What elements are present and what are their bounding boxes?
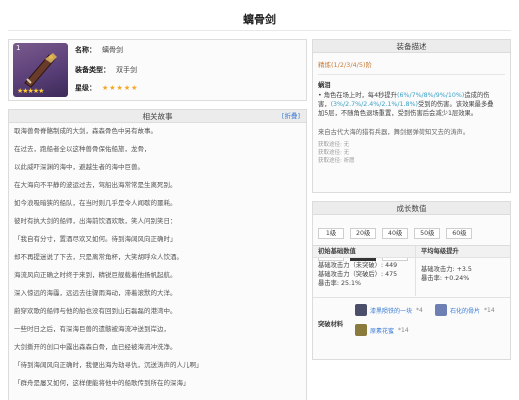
stat-line: 基础攻击力（突破后）: 475 (318, 271, 398, 278)
skill-value: (6%/7%/8%/9%/10%) (397, 92, 465, 99)
page: 螭骨剑 1 ★★★★★ 名称： 螭骨剑 装备类型： 双手剑 星级： ★★★★★ 相关故… (0, 0, 519, 400)
material-count: *4 (416, 306, 423, 314)
story-line: 如今浪吸暗狭的船队，在当时则几乎是令人闻歇的噩耗。 (14, 199, 177, 207)
story-line: 彼时有执大剑的船师，出海前饮酒欢歌，笑人问别笑日： (14, 217, 177, 225)
skill-text: 害， (318, 101, 331, 108)
rarity-row: 星级： ★★★★★ (75, 83, 138, 93)
source-info: 获取途径: 无 获取途径: 无 获取途径: 祈愿 (313, 137, 510, 165)
item-card: 1 ★★★★★ 名称： 螭骨剑 装备类型： 双手剑 星级： ★★★★★ (8, 39, 307, 101)
description-heading: 装备描述 (396, 42, 427, 51)
skill-description: 蜗泪 • 角色在场上时，每4秒提升(6%/7%/8%/9%/10%)造成的伤 害… (313, 75, 510, 118)
description-header: 装备描述 (313, 40, 510, 53)
story-line: 「我自有分寸，置酒尽欢又如何。待到海阔风向正确时」 (14, 235, 177, 243)
rarity-label: 星级： (75, 84, 96, 92)
story-line: 在大海向不平静的波运过去，驾船出海常常是生离死别。 (14, 181, 177, 189)
weapon-icon: 1 ★★★★★ (13, 43, 68, 97)
stats-panel: 成长数值 1级 20级 40级 50级 60级 70级 80级 90级 初始基础… (312, 201, 511, 360)
type-value: 双手剑 (116, 66, 137, 74)
story-header: 相关故事 [折叠] (9, 110, 306, 123)
level-button[interactable]: 60级 (446, 228, 473, 239)
stats-heading: 成长数值 (396, 204, 427, 213)
material-name: 原素花蜜 (370, 327, 395, 335)
stats-table-header: 初始基础数值 平均每级提升 (313, 246, 510, 258)
materials-row: 突破材料 漆黑陨铁的一块 *4 石化的骨片 *14 原素花蜜 *14 (313, 297, 510, 342)
material-item[interactable]: 漆黑陨铁的一块 *4 (355, 304, 423, 316)
skill-value: (3%/2.7%/2.4%/2.1%/1.8%) (330, 101, 418, 108)
story-line: 在过去，跑船者全以这种兽骨保佑船旅，龙骨， (14, 145, 151, 153)
base-values: 基础攻击力（未突破）: 449 基础攻击力（突破后）: 475 暴击率: 25.… (313, 258, 415, 296)
col-base-header: 初始基础数值 (318, 248, 356, 255)
story-line: 深入惊远的海霾，远远去往骤雨海动，滞着滚默的大洋。 (14, 289, 177, 297)
material-item[interactable]: 石化的骨片 *14 (435, 304, 495, 316)
lore-text: 来自古代大海的猎有兵器，舞剑据弹荷知又去的涛声。 (318, 129, 470, 136)
skill-line-2: 害，(3%/2.7%/2.4%/2.1%/1.8%)受到的伤害。该效果最多叠 (318, 100, 505, 109)
level-button[interactable]: 20级 (350, 228, 377, 239)
rarity-stars: ★★★★★ (102, 84, 139, 92)
material-name: 石化的骨片 (450, 307, 481, 315)
source-line: 获取途径: 无 (318, 142, 350, 148)
story-panel: 相关故事 [折叠] 取海兽骨脊骼制成的大剑，森森骨色中另有故事。 在过去，跑船者… (8, 109, 307, 400)
story-line: 「待到海阔风向正确时，我便出海为劫寻仇，沉送涛声的人儿啊」 (14, 361, 203, 369)
col-growth-header: 平均每级提升 (415, 246, 510, 257)
stats-header: 成长数值 (313, 202, 510, 215)
name-label: 名称： (75, 46, 96, 54)
story-line: 一些时日之后，有深海巨兽的遗骸被海流冲送到岸边， (14, 325, 170, 333)
nectar-icon (355, 324, 367, 336)
material-name: 漆黑陨铁的一块 (370, 307, 413, 315)
material-item[interactable]: 原素花蜜 *14 (355, 324, 409, 336)
sword-icon (24, 53, 57, 88)
source-line: 获取途径: 祈愿 (318, 158, 355, 164)
skill-text: 造成的伤 (464, 92, 490, 99)
level-button[interactable]: 1级 (318, 228, 344, 239)
level-button[interactable]: 50级 (414, 228, 441, 239)
material-count: *14 (398, 326, 409, 334)
name-value: 螭骨剑 (102, 46, 123, 54)
bone-shard-icon (435, 304, 447, 316)
story-line: 「群舟是屡又如何，这样便能将他中的船歌传到所在的深海」 (14, 379, 190, 387)
story-line: 却不再提迷说了下去，只是离常角杯，大笑胡呼众人饮酒。 (14, 253, 183, 261)
level-button[interactable]: 40级 (382, 228, 409, 239)
material-count: *14 (484, 306, 495, 314)
story-heading: 相关故事 (142, 112, 173, 121)
iron-chunk-icon (355, 304, 367, 316)
skill-text: • 角色在场上时，每4秒提升 (318, 92, 397, 99)
fold-link[interactable]: [折叠] (282, 110, 300, 123)
story-line: 取海兽骨脊骼制成的大剑，森森骨色中另有故事。 (14, 127, 157, 135)
name-row: 名称： 螭骨剑 (75, 45, 123, 55)
materials-label: 突破材料 (318, 321, 344, 328)
story-line: 海流风向正确之时终于来到，精锐巨舰载着他扬帆起航。 (14, 271, 177, 279)
title-divider (8, 30, 511, 31)
page-title: 螭骨剑 (243, 13, 276, 26)
stat-line: 暴击率: +0.24% (421, 275, 470, 282)
story-line: 大剑撕开的创口中露出森森白骨，血已经被海流冲洗净。 (14, 343, 177, 351)
skill-text: 受到的伤害。该效果最多叠 (417, 101, 494, 108)
stat-line: 基础攻击力（未突破）: 449 (318, 262, 398, 269)
skill-line-1: • 角色在场上时，每4秒提升(6%/7%/8%/9%/10%)造成的伤 (318, 91, 505, 100)
type-row: 装备类型： 双手剑 (75, 65, 137, 75)
refine-label: 精炼(1/2/3/4/5)阶 (318, 61, 373, 69)
story-line: 以此威吓深渊的海中，避越生者的海中巨兽。 (14, 163, 144, 171)
stats-table-body: 基础攻击力（未突破）: 449 基础攻击力（突破后）: 475 暴击率: 25.… (313, 258, 510, 296)
source-line: 获取途径: 无 (318, 150, 350, 156)
story-line: 蔚穿欢歌的船师与他的船也没有回到山石磊磊的港湾中。 (14, 307, 177, 315)
stat-line: 基础攻击力: +3.5 (421, 266, 472, 273)
icon-stars: ★★★★★ (17, 87, 44, 95)
stats-table: 初始基础数值 平均每级提升 基础攻击力（未突破）: 449 基础攻击力（突破后）… (313, 245, 510, 296)
skill-line-3: 加5层，不随角色退场重置，受到伤害后会减少1层效果。 (318, 110, 478, 117)
description-panel: 装备描述 精炼(1/2/3/4/5)阶 蜗泪 • 角色在场上时，每4秒提升(6%… (312, 39, 511, 193)
skill-name: 蜗泪 (318, 82, 331, 89)
type-label: 装备类型： (75, 66, 110, 74)
stat-line: 暴击率: 25.1% (318, 280, 362, 287)
story-body: 取海兽骨脊骼制成的大剑，森森骨色中另有故事。 在过去，跑船者全以这种兽骨保佑船旅… (9, 123, 306, 388)
growth-values: 基础攻击力: +3.5 暴击率: +0.24% (415, 258, 510, 296)
